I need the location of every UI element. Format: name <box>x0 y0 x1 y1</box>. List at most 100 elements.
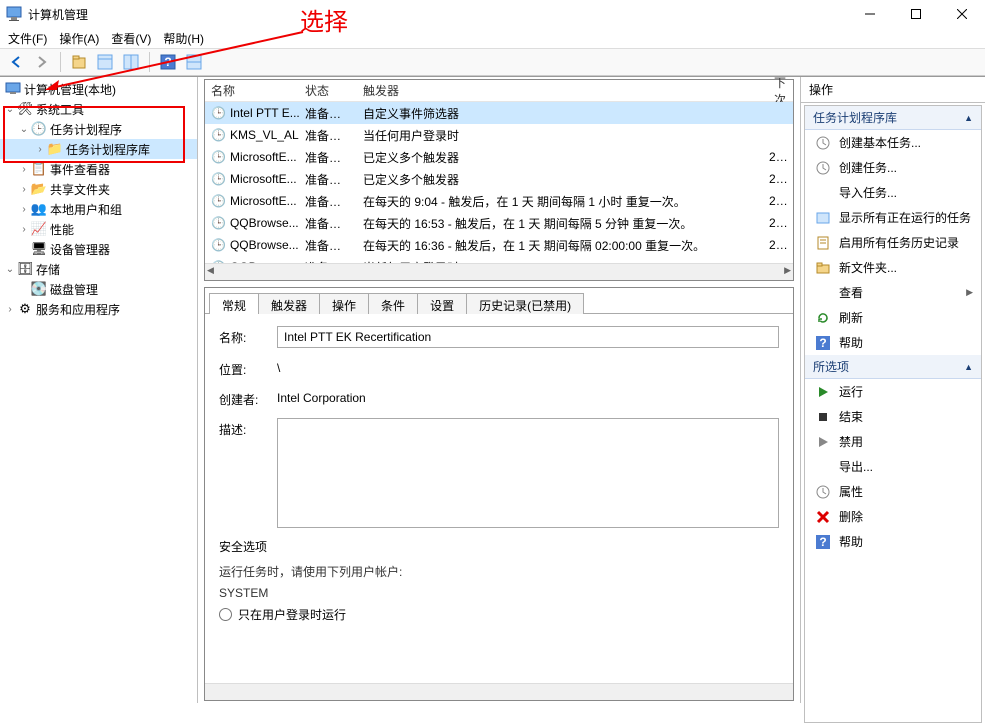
end-icon <box>815 409 831 425</box>
tab-general[interactable]: 常规 <box>209 293 259 314</box>
action-refresh[interactable]: 刷新 <box>805 305 981 330</box>
action-help[interactable]: ?帮助 <box>805 330 981 355</box>
center-pane: 名称 状态 触发器 下次 🕒Intel PTT E...准备就绪自定义事件筛选器… <box>198 77 801 703</box>
task-row[interactable]: 🕒KMS_VL_ALL准备就绪当任何用户登录时 <box>205 124 793 146</box>
tree-root[interactable]: 计算机管理(本地) <box>0 79 197 99</box>
tab-actions[interactable]: 操作 <box>319 293 369 314</box>
run-icon <box>815 384 831 400</box>
toolbar-help-button[interactable]: ? <box>158 52 178 72</box>
radio-loggedon[interactable]: 只在用户登录时运行 <box>219 606 779 623</box>
svg-text:?: ? <box>819 535 826 549</box>
twisty-closed-icon[interactable]: › <box>18 204 30 215</box>
twisty-closed-icon[interactable]: › <box>4 304 16 315</box>
tree-storage[interactable]: ⌄ 🗄 存储 <box>0 259 197 279</box>
runas-prompt: 运行任务时，请使用下列用户帐户: <box>219 563 779 580</box>
action-running[interactable]: 显示所有正在运行的任务 <box>805 205 981 230</box>
toolbar-btn-3[interactable] <box>121 52 141 72</box>
action-run[interactable]: 运行 <box>805 379 981 404</box>
detail-horizontal-scrollbar[interactable] <box>205 683 793 700</box>
maximize-button[interactable] <box>893 0 939 28</box>
menu-action[interactable]: 操作(A) <box>59 30 99 47</box>
col-status[interactable]: 状态 <box>299 82 357 99</box>
twisty-open-icon[interactable]: ⌄ <box>4 104 16 115</box>
actions-group-library[interactable]: 任务计划程序库 ▲ <box>805 106 981 130</box>
description-field[interactable] <box>277 418 779 528</box>
action-history[interactable]: 启用所有任务历史记录 <box>805 230 981 255</box>
tools-icon: 🛠 <box>17 101 33 117</box>
history-icon <box>815 235 831 251</box>
action-help[interactable]: ?帮助 <box>805 529 981 554</box>
action-export[interactable]: 导出... <box>805 454 981 479</box>
clock-icon: 🕒 <box>211 172 226 186</box>
chevron-right-icon: ▶ <box>966 287 973 298</box>
menu-view[interactable]: 查看(V) <box>111 30 151 47</box>
help-icon: ? <box>815 534 831 550</box>
tree-scheduler-library[interactable]: › 📁 任务计划程序库 <box>0 139 197 159</box>
twisty-closed-icon[interactable]: › <box>18 184 30 195</box>
action-end[interactable]: 结束 <box>805 404 981 429</box>
col-name[interactable]: 名称 <box>205 82 299 99</box>
svg-text:?: ? <box>819 336 826 350</box>
security-header: 安全选项 <box>219 538 779 555</box>
radio-loggedon-input[interactable] <box>219 608 232 621</box>
twisty-closed-icon[interactable]: › <box>18 164 30 175</box>
actions-group-selected[interactable]: 所选项 ▲ <box>805 355 981 379</box>
minimize-button[interactable] <box>847 0 893 28</box>
action-import[interactable]: 导入任务... <box>805 180 981 205</box>
action-view[interactable]: 查看▶ <box>805 280 981 305</box>
twisty-open-icon[interactable]: ⌄ <box>18 124 30 135</box>
menu-help[interactable]: 帮助(H) <box>163 30 204 47</box>
task-list-header: 名称 状态 触发器 下次 <box>205 80 793 102</box>
nav-back-button[interactable] <box>6 52 26 72</box>
twisty-open-icon[interactable]: ⌄ <box>4 264 16 275</box>
toolbar-btn-5[interactable] <box>184 52 204 72</box>
tree-pane[interactable]: 计算机管理(本地) ⌄ 🛠 系统工具 ⌄ 🕒 任务计划程序 › 📁 任务计划程序… <box>0 77 198 703</box>
action-delete[interactable]: 删除 <box>805 504 981 529</box>
tab-conditions[interactable]: 条件 <box>368 293 418 314</box>
task-row[interactable]: 🕒QQBrowse...准备就绪当任何用户登录时 <box>205 256 793 263</box>
location-label: 位置: <box>219 358 277 378</box>
action-task[interactable]: 创建任务... <box>805 155 981 180</box>
tree-devicemgr[interactable]: › 🖥 设备管理器 <box>0 239 197 259</box>
close-button[interactable] <box>939 0 985 28</box>
task-row[interactable]: 🕒Intel PTT E...准备就绪自定义事件筛选器 <box>205 102 793 124</box>
task-row[interactable]: 🕒MicrosoftE...准备就绪已定义多个触发器202 <box>205 168 793 190</box>
tab-triggers[interactable]: 触发器 <box>258 293 320 314</box>
device-icon: 🖥 <box>31 241 47 257</box>
tree-sharedfolders[interactable]: › 📂 共享文件夹 <box>0 179 197 199</box>
action-disable[interactable]: 禁用 <box>805 429 981 454</box>
toolbar-btn-1[interactable] <box>69 52 89 72</box>
computer-icon <box>5 81 21 97</box>
name-field[interactable] <box>277 326 779 348</box>
col-trigger[interactable]: 触发器 <box>357 82 763 99</box>
twisty-closed-icon[interactable]: › <box>18 224 30 235</box>
tab-history[interactable]: 历史记录(已禁用) <box>466 293 584 314</box>
task-row[interactable]: 🕒QQBrowse...准备就绪在每天的 16:36 - 触发后，在 1 天 期… <box>205 234 793 256</box>
toolbar-btn-2[interactable] <box>95 52 115 72</box>
action-basic-task[interactable]: 创建基本任务... <box>805 130 981 155</box>
export-icon <box>815 459 831 475</box>
tree-diskmgmt[interactable]: › 💽 磁盘管理 <box>0 279 197 299</box>
tree-systools[interactable]: ⌄ 🛠 系统工具 <box>0 99 197 119</box>
shared-icon: 📂 <box>31 181 47 197</box>
disable-icon <box>815 434 831 450</box>
task-list[interactable]: 名称 状态 触发器 下次 🕒Intel PTT E...准备就绪自定义事件筛选器… <box>204 79 794 281</box>
tree-performance[interactable]: › 📈 性能 <box>0 219 197 239</box>
props-icon <box>815 484 831 500</box>
task-row[interactable]: 🕒QQBrowse...准备就绪在每天的 16:53 - 触发后，在 1 天 期… <box>205 212 793 234</box>
menu-file[interactable]: 文件(F) <box>8 30 47 47</box>
tab-settings[interactable]: 设置 <box>417 293 467 314</box>
tree-eventviewer[interactable]: › 📋 事件查看器 <box>0 159 197 179</box>
task-row[interactable]: 🕒MicrosoftE...准备就绪已定义多个触发器202 <box>205 146 793 168</box>
collapse-icon: ▲ <box>964 113 973 123</box>
task-row[interactable]: 🕒MicrosoftE...准备就绪在每天的 9:04 - 触发后，在 1 天 … <box>205 190 793 212</box>
action-new-folder[interactable]: 新文件夹... <box>805 255 981 280</box>
tree-services[interactable]: › ⚙ 服务和应用程序 <box>0 299 197 319</box>
action-props[interactable]: 属性 <box>805 479 981 504</box>
event-icon: 📋 <box>31 161 47 177</box>
tree-scheduler[interactable]: ⌄ 🕒 任务计划程序 <box>0 119 197 139</box>
nav-forward-button[interactable] <box>32 52 52 72</box>
tree-localusers[interactable]: › 👥 本地用户和组 <box>0 199 197 219</box>
horizontal-scrollbar[interactable] <box>205 263 793 280</box>
twisty-closed-icon[interactable]: › <box>34 144 46 155</box>
